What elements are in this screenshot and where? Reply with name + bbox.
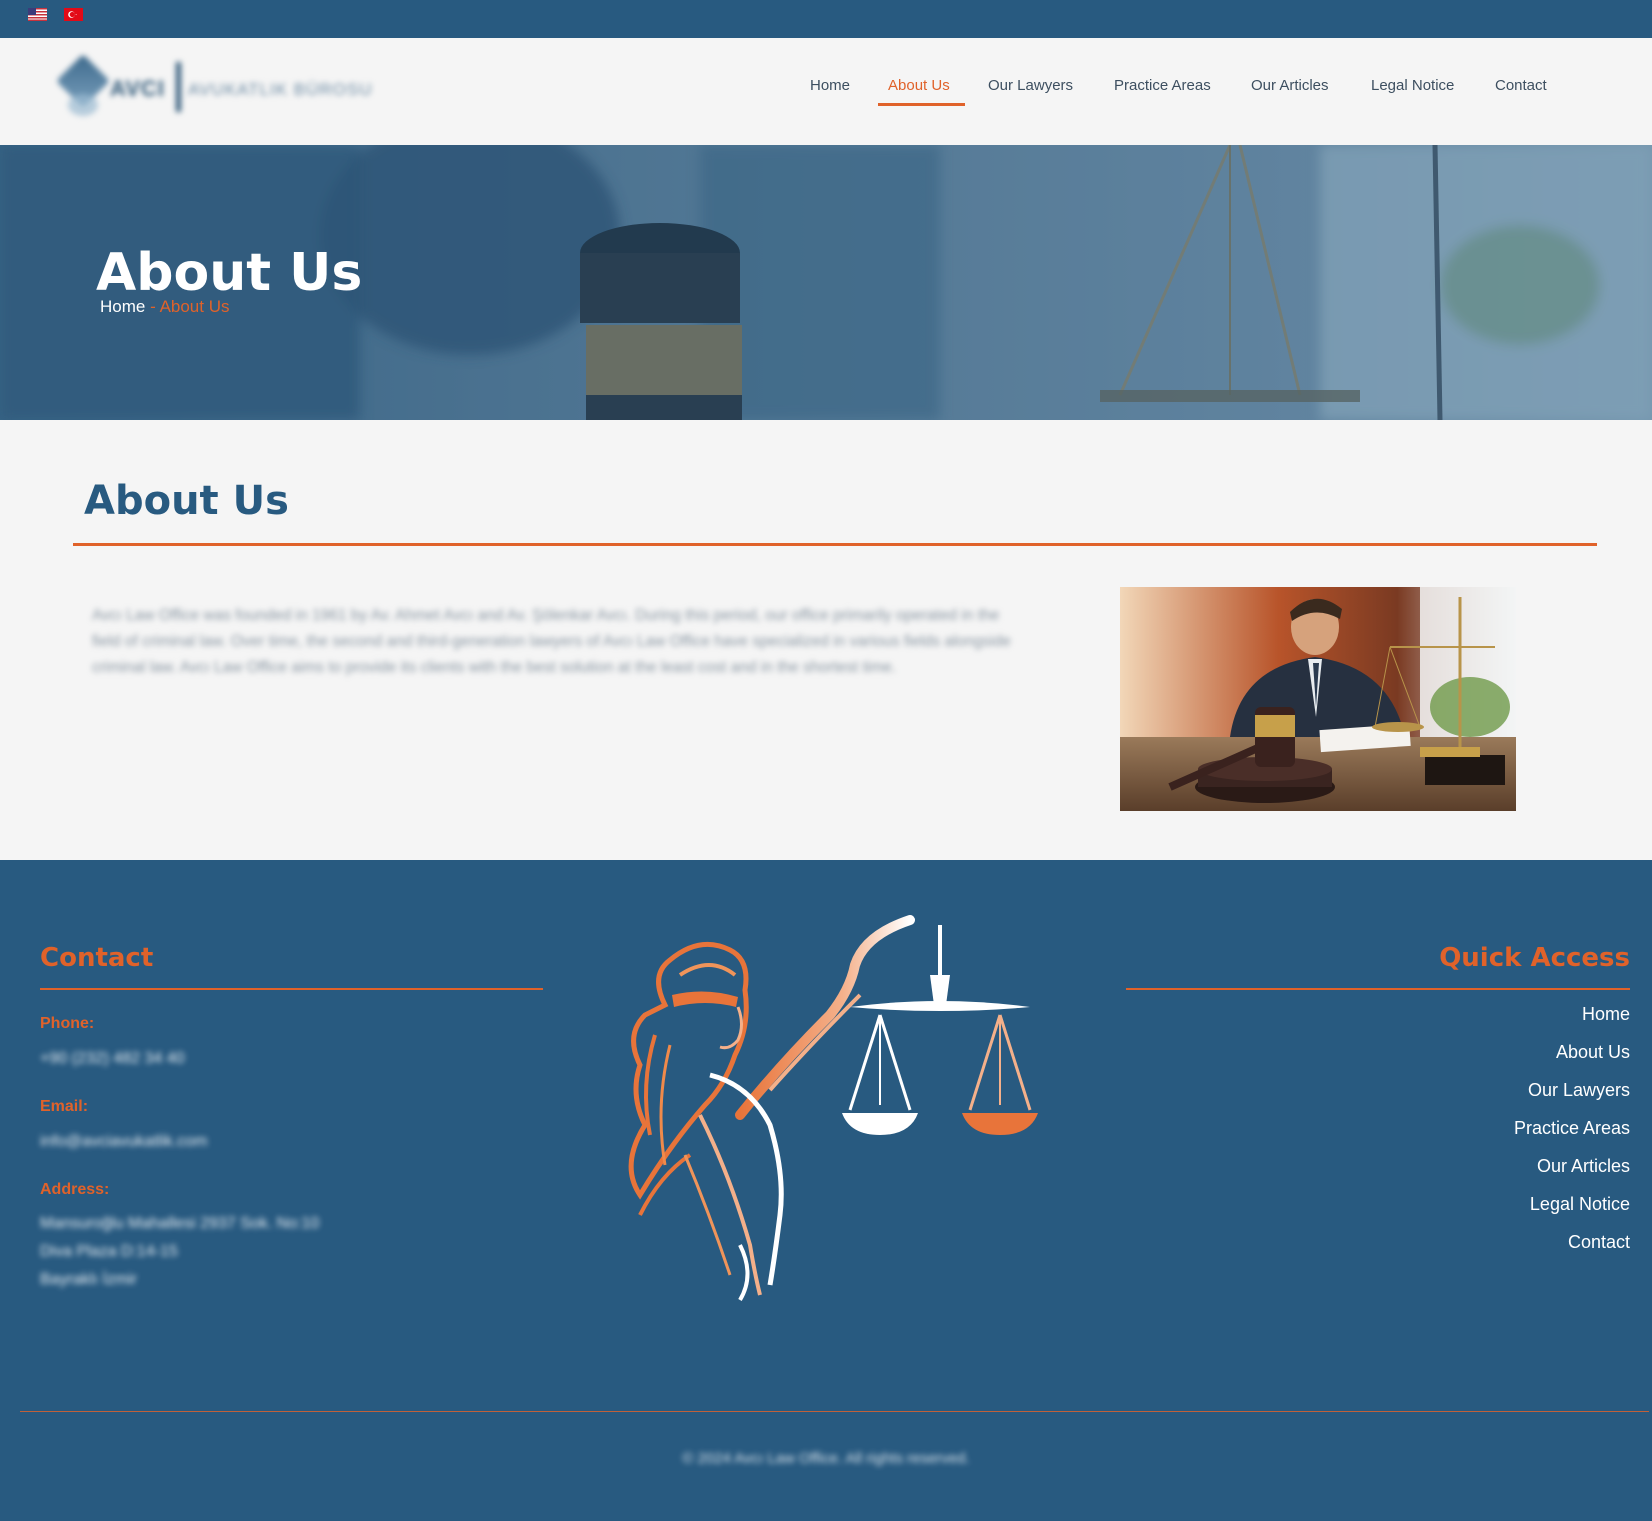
nav-active-indicator — [878, 103, 965, 106]
about-section-title: About Us — [84, 478, 289, 524]
email-value[interactable]: info@avciavukatlik.com — [40, 1133, 207, 1151]
logo-text: AVCI — [110, 76, 165, 101]
nav-legal-notice[interactable]: Legal Notice — [1371, 77, 1454, 94]
lady-justice-illustration — [628, 915, 1038, 1302]
footer-quick-access-divider — [1126, 988, 1630, 990]
footer-contact-title: Contact — [40, 943, 154, 973]
nav-our-lawyers[interactable]: Our Lawyers — [988, 77, 1073, 94]
lawyer-gavel-photo — [1120, 587, 1516, 811]
about-description: Avcı Law Office was founded in 1961 by A… — [92, 607, 1011, 676]
site-logo[interactable]: AVCI AVUKATLIK BÜROSU — [56, 54, 388, 122]
phone-label: Phone: — [40, 1015, 95, 1032]
nav-about-us[interactable]: About Us — [888, 77, 950, 94]
address-line: Bayraklı İzmir — [40, 1271, 137, 1288]
page-hero-banner: About Us Home - About Us — [0, 145, 1652, 420]
footer-link-home[interactable]: Home — [1582, 1004, 1630, 1025]
footer-quick-access-title: Quick Access — [1439, 943, 1630, 973]
nav-practice-areas[interactable]: Practice Areas — [1114, 77, 1211, 94]
footer-link-about-us[interactable]: About Us — [1556, 1042, 1630, 1063]
breadcrumb-current: About Us — [159, 297, 230, 316]
breadcrumb: Home - About Us — [100, 297, 230, 317]
nav-contact[interactable]: Contact — [1495, 77, 1547, 94]
breadcrumb-separator: - — [150, 297, 156, 316]
logo-subtext: AVUKATLIK BÜROSU — [188, 80, 373, 99]
us-flag-icon[interactable] — [28, 8, 47, 21]
nav-home[interactable]: Home — [810, 77, 850, 94]
nav-our-articles[interactable]: Our Articles — [1251, 77, 1329, 94]
footer-link-our-articles[interactable]: Our Articles — [1537, 1156, 1630, 1177]
footer-link-contact[interactable]: Contact — [1568, 1232, 1630, 1253]
section-divider — [73, 543, 1597, 546]
copyright-text: © 2024 Avcı Law Office. All rights reser… — [682, 1450, 970, 1467]
footer-contact-divider — [40, 988, 543, 990]
address-line: Diva Plaza D:14-15 — [40, 1243, 178, 1260]
hero-title: About Us — [96, 243, 363, 303]
footer-bottom-divider — [20, 1411, 1649, 1412]
breadcrumb-home[interactable]: Home — [100, 297, 145, 316]
logo-reflection — [68, 94, 98, 116]
address-line: Mansuroğlu Mahallesi 2937 Sok. No:10 — [40, 1215, 320, 1232]
tr-flag-icon[interactable] — [64, 8, 83, 21]
footer-link-practice-areas[interactable]: Practice Areas — [1514, 1118, 1630, 1139]
phone-value[interactable]: +90 (232) 482 34 40 — [40, 1050, 185, 1068]
logo-divider — [176, 62, 181, 112]
language-bar — [0, 0, 1652, 38]
address-label: Address: — [40, 1181, 110, 1198]
email-label: Email: — [40, 1098, 89, 1115]
footer-link-legal-notice[interactable]: Legal Notice — [1530, 1194, 1630, 1215]
footer-link-our-lawyers[interactable]: Our Lawyers — [1528, 1080, 1630, 1101]
